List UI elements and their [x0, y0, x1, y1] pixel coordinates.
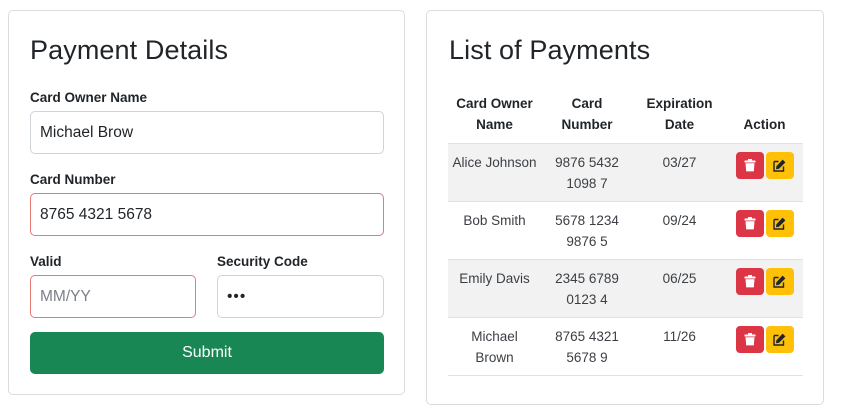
- card-owner-name-cell: Emily Davis: [448, 259, 541, 318]
- column-header-card-number: Card Number: [561, 96, 613, 132]
- expiration-date-cell: 06/25: [633, 259, 726, 318]
- card-number-input[interactable]: [30, 193, 384, 236]
- payment-details-title: Payment Details: [30, 35, 229, 65]
- trash-icon: [744, 275, 756, 288]
- card-number-cell: 9876 5432 1098 7: [541, 143, 633, 202]
- edit-button[interactable]: [765, 152, 794, 179]
- table-row: Bob Smith 5678 1234 9876 5 09/24: [448, 201, 803, 260]
- table-header-row: Card Owner Name Card Number Expiration D…: [448, 93, 803, 144]
- payments-table: Card Owner Name Card Number Expiration D…: [448, 93, 803, 376]
- card-owner-name-input[interactable]: [30, 111, 384, 154]
- security-code-label: Security Code: [217, 254, 308, 269]
- edit-button[interactable]: [765, 268, 794, 295]
- payment-details-card: Payment Details Card Owner Name Card Num…: [8, 10, 405, 395]
- delete-button[interactable]: [735, 326, 764, 353]
- list-of-payments-title: List of Payments: [449, 35, 651, 65]
- expiration-date-cell: 03/27: [633, 143, 726, 202]
- submit-button[interactable]: Submit: [30, 332, 384, 374]
- card-number-label: Card Number: [30, 172, 116, 187]
- table-row: Emily Davis 2345 6789 0123 4 06/25: [448, 259, 803, 318]
- column-header-expiration-date: Expiration Date: [646, 96, 713, 132]
- action-cell: [726, 143, 803, 202]
- delete-button[interactable]: [735, 152, 764, 179]
- edit-button[interactable]: [765, 326, 794, 353]
- card-number-cell: 5678 1234 9876 5: [541, 201, 633, 260]
- trash-icon: [744, 333, 756, 346]
- card-owner-name-cell: Alice Johnson: [448, 143, 541, 202]
- column-header-action: Action: [743, 117, 786, 132]
- pencil-square-icon: [773, 333, 786, 346]
- edit-button[interactable]: [765, 210, 794, 237]
- pencil-square-icon: [773, 159, 786, 172]
- action-cell: [726, 201, 803, 260]
- card-owner-name-cell: Bob Smith: [448, 201, 541, 260]
- card-owner-name-label: Card Owner Name: [30, 90, 148, 105]
- pencil-square-icon: [773, 217, 786, 230]
- table-row: Michael Brown 8765 4321 5678 9 11/26: [448, 317, 803, 376]
- trash-icon: [744, 217, 756, 230]
- security-code-input[interactable]: [217, 275, 384, 318]
- card-owner-name-cell: Michael Brown: [448, 317, 541, 376]
- valid-label: Valid: [30, 254, 62, 269]
- list-of-payments-card: List of Payments Card Owner Name Card Nu…: [426, 10, 824, 405]
- action-cell: [726, 317, 803, 376]
- action-cell: [726, 259, 803, 318]
- delete-button[interactable]: [735, 210, 764, 237]
- delete-button[interactable]: [735, 268, 764, 295]
- trash-icon: [744, 159, 756, 172]
- expiration-date-cell: 09/24: [633, 201, 726, 260]
- valid-input[interactable]: [30, 275, 196, 318]
- expiration-date-cell: 11/26: [633, 317, 726, 376]
- table-row: Alice Johnson 9876 5432 1098 7 03/27: [448, 143, 803, 202]
- column-header-card-owner-name: Card Owner Name: [456, 96, 533, 132]
- card-number-cell: 8765 4321 5678 9: [541, 317, 633, 376]
- pencil-square-icon: [773, 275, 786, 288]
- card-number-cell: 2345 6789 0123 4: [541, 259, 633, 318]
